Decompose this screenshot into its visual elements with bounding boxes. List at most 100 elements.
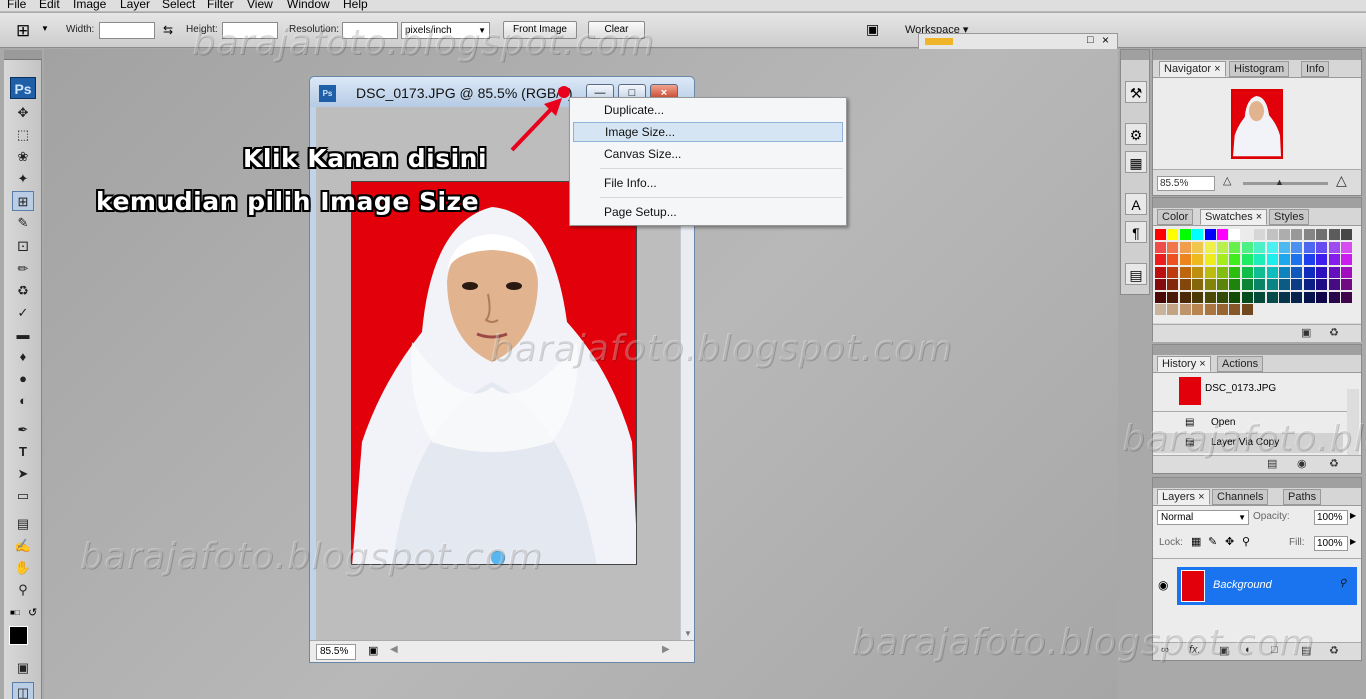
color-swatch[interactable]: [1341, 266, 1352, 278]
color-swatch[interactable]: [1217, 291, 1228, 303]
color-swatch[interactable]: [1179, 254, 1191, 265]
lasso-tool-icon[interactable]: ❀: [12, 147, 34, 167]
paint-bucket-icon[interactable]: ♦: [12, 347, 34, 367]
layer-mask-icon[interactable]: ▣: [1219, 644, 1229, 657]
color-swatch[interactable]: [1229, 304, 1241, 315]
color-swatch[interactable]: [1266, 266, 1278, 278]
color-swatch[interactable]: [1179, 266, 1191, 278]
color-swatch[interactable]: [1167, 291, 1179, 303]
color-swatch[interactable]: [1229, 254, 1241, 265]
type-tool-icon[interactable]: T: [12, 442, 34, 462]
trash-icon[interactable]: ♻: [1329, 644, 1339, 657]
lock-position-icon[interactable]: ✥: [1225, 535, 1234, 548]
color-swatch[interactable]: [1316, 279, 1328, 290]
color-swatch[interactable]: [1192, 291, 1204, 303]
color-swatch[interactable]: [1204, 229, 1216, 240]
menu-help[interactable]: Help: [343, 0, 368, 11]
status-menu-icon[interactable]: ▣: [368, 644, 378, 657]
color-swatch[interactable]: [1204, 266, 1216, 278]
color-swatch[interactable]: [1167, 241, 1179, 253]
color-swatch[interactable]: [1254, 266, 1266, 278]
history-state-open[interactable]: ▤ Open: [1153, 413, 1343, 433]
color-swatch[interactable]: [1241, 254, 1253, 265]
tab-layers[interactable]: Layers ×: [1157, 489, 1210, 505]
color-swatch[interactable]: [1341, 229, 1352, 240]
color-swatch[interactable]: [1291, 304, 1303, 315]
color-swatch[interactable]: [1254, 279, 1266, 290]
color-swatch[interactable]: [1328, 266, 1340, 278]
zoom-in-icon[interactable]: △: [1336, 172, 1347, 189]
brushes-icon[interactable]: ▦: [1125, 151, 1147, 173]
screen-mode-icon[interactable]: ◫: [12, 682, 34, 699]
color-swatch[interactable]: [1316, 291, 1328, 303]
color-swatch[interactable]: [1266, 279, 1278, 290]
color-swatch[interactable]: [1155, 304, 1166, 315]
fill-input[interactable]: 100%: [1314, 536, 1348, 551]
color-swatch[interactable]: [1179, 229, 1191, 240]
color-swatch[interactable]: [1254, 229, 1266, 240]
color-swatch[interactable]: [1167, 266, 1179, 278]
zoom-out-icon[interactable]: △: [1223, 174, 1231, 187]
menu-view[interactable]: View: [247, 0, 273, 11]
marquee-tool-icon[interactable]: ⬚: [12, 125, 34, 145]
panel-grip[interactable]: [1153, 345, 1361, 355]
color-swatch[interactable]: [1254, 304, 1266, 315]
color-swatch[interactable]: [1229, 279, 1241, 290]
layer-style-icon[interactable]: fx.: [1189, 644, 1201, 656]
panel-grip[interactable]: [1153, 478, 1361, 488]
color-swatch[interactable]: [1266, 254, 1278, 265]
default-colors-icon[interactable]: ■□: [10, 608, 20, 617]
color-swatch[interactable]: [1204, 304, 1216, 315]
tab-histogram[interactable]: Histogram: [1229, 61, 1290, 77]
new-layer-icon[interactable]: ▤: [1301, 644, 1311, 657]
menu-item-image-size[interactable]: Image Size...: [573, 122, 843, 142]
crop-tool-icon[interactable]: ⊞: [12, 191, 34, 211]
color-swatch[interactable]: [1291, 279, 1303, 290]
link-layers-icon[interactable]: ∞: [1161, 644, 1169, 656]
color-swatch[interactable]: [1316, 304, 1328, 315]
color-swatch[interactable]: [1341, 279, 1352, 290]
blur-tool-icon[interactable]: ●: [12, 369, 34, 389]
camera-icon[interactable]: ◉: [1297, 457, 1307, 470]
panel-grip[interactable]: [1153, 50, 1361, 60]
fill-arrow-icon[interactable]: ▶: [1350, 537, 1356, 546]
photoshop-logo-icon[interactable]: Ps: [10, 77, 36, 99]
color-swatch[interactable]: [1279, 279, 1290, 290]
color-swatch[interactable]: [1341, 304, 1352, 315]
menu-select[interactable]: Select: [162, 0, 195, 11]
new-document-icon[interactable]: ▤: [1267, 457, 1277, 470]
zoom-slider[interactable]: [1243, 182, 1328, 185]
color-swatch[interactable]: [1316, 254, 1328, 265]
toolbox-grip[interactable]: [4, 50, 42, 60]
color-swatch[interactable]: [1303, 241, 1315, 253]
color-swatch[interactable]: [1192, 266, 1204, 278]
history-state-layer-via-copy[interactable]: ▤ Layer Via Copy: [1153, 433, 1343, 453]
menu-image[interactable]: Image: [73, 0, 106, 11]
color-swatch[interactable]: [1303, 279, 1315, 290]
color-swatch[interactable]: [1217, 241, 1228, 253]
menu-edit[interactable]: Edit: [39, 0, 60, 11]
color-swatch[interactable]: [1204, 279, 1216, 290]
color-swatch[interactable]: [1167, 254, 1179, 265]
tab-styles[interactable]: Styles: [1269, 209, 1309, 225]
foreground-color-swatch[interactable]: [9, 626, 28, 645]
color-swatch[interactable]: [1217, 254, 1228, 265]
opacity-input[interactable]: 100%: [1314, 510, 1348, 525]
color-swatch[interactable]: [1155, 254, 1166, 265]
magic-wand-icon[interactable]: ✦: [12, 169, 34, 189]
quick-mask-icon[interactable]: ▣: [12, 658, 34, 678]
color-swatch[interactable]: [1167, 229, 1179, 240]
color-swatch[interactable]: [1279, 254, 1290, 265]
menu-item-file-info[interactable]: File Info...: [573, 173, 843, 193]
clone-source-icon[interactable]: ⚙: [1125, 123, 1147, 145]
tab-history[interactable]: History ×: [1157, 356, 1211, 372]
eye-icon[interactable]: ◉: [1158, 578, 1168, 592]
trash-icon[interactable]: ♻: [1329, 457, 1339, 470]
notes-tool-icon[interactable]: ▤: [12, 514, 34, 534]
height-input[interactable]: [222, 22, 278, 39]
menu-file[interactable]: File: [7, 0, 26, 11]
color-swatch[interactable]: [1167, 279, 1179, 290]
color-swatch[interactable]: [1266, 304, 1278, 315]
color-swatch[interactable]: [1217, 266, 1228, 278]
healing-brush-icon[interactable]: ⚀: [12, 237, 34, 257]
